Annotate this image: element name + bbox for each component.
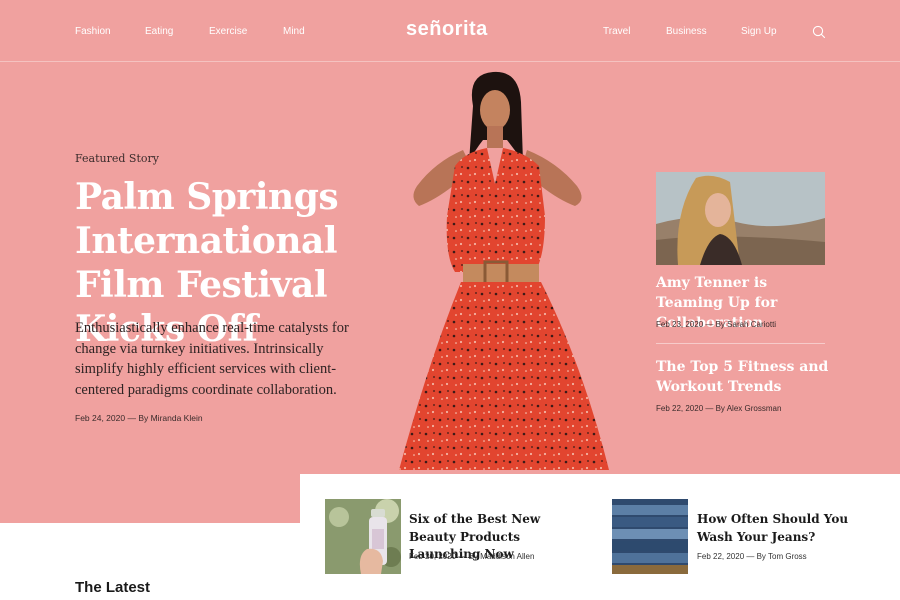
side-story-image[interactable]: [656, 172, 825, 265]
nav-link-exercise[interactable]: Exercise: [209, 26, 247, 37]
card-meta: Feb 20, 2020 — By Maddison Allen: [409, 552, 535, 561]
nav-link-eating[interactable]: Eating: [145, 26, 173, 37]
section-heading-latest: The Latest: [75, 579, 151, 596]
nav-link-mind[interactable]: Mind: [283, 26, 305, 37]
card-title-jeans[interactable]: How Often Should You Wash Your Jeans?: [697, 511, 867, 546]
nav-link-sign-up[interactable]: Sign Up: [741, 26, 777, 37]
hero-image: [395, 66, 625, 474]
featured-meta: Feb 24, 2020 — By Miranda Klein: [75, 413, 203, 423]
side-story-meta: Feb 22, 2020 — By Alex Grossman: [656, 404, 782, 413]
site-logo[interactable]: señorita: [406, 18, 488, 41]
nav-link-travel[interactable]: Travel: [603, 26, 630, 37]
card-thumbnail-jeans[interactable]: [612, 499, 688, 574]
nav-link-business[interactable]: Business: [666, 26, 707, 37]
card-meta: Feb 22, 2020 — By Tom Gross: [697, 552, 807, 561]
side-story-title[interactable]: The Top 5 Fitness and Workout Trends: [656, 357, 836, 397]
featured-label: Featured Story: [75, 152, 159, 165]
site-header: Fashion Eating Exercise Mind señorita Tr…: [0, 0, 900, 62]
search-icon[interactable]: [811, 24, 827, 40]
nav-link-fashion[interactable]: Fashion: [75, 26, 111, 37]
card-thumbnail-beauty[interactable]: [325, 499, 401, 574]
side-story-meta: Feb 23, 2020 — By Sarah Cariotti: [656, 320, 777, 329]
divider: [656, 343, 825, 344]
featured-excerpt: Enthusiastically enhance real-time catal…: [75, 320, 349, 398]
